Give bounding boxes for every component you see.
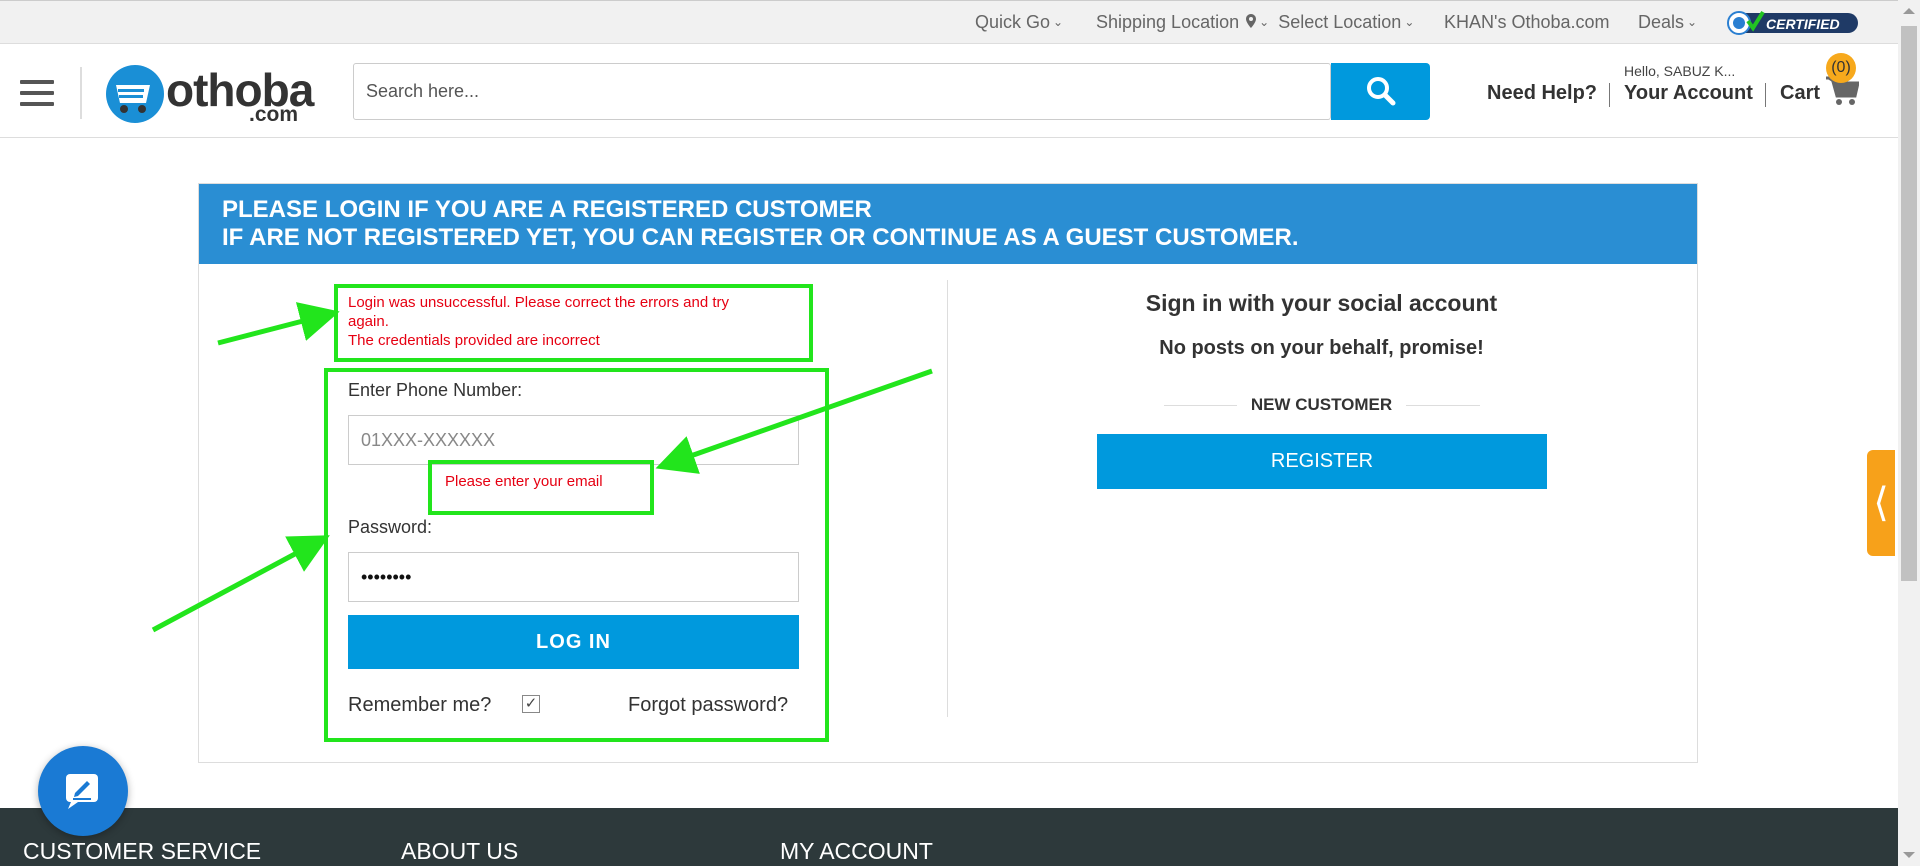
footer-customer-service[interactable]: CUSTOMER SERVICE [23,838,261,865]
scroll-up-arrow-icon[interactable] [1903,8,1915,14]
menu-icon[interactable] [20,80,54,106]
phone-input[interactable] [348,415,799,465]
deals-label: Deals [1638,12,1685,32]
chat-button[interactable] [38,746,128,836]
shipping-location-label: Shipping Location [1096,12,1240,32]
remember-me-checkbox[interactable]: ✓ [522,695,540,713]
banner-line-2: IF ARE NOT REGISTERED YET, YOU CAN REGIS… [222,224,1299,251]
chevron-down-icon: ⌄ [1687,15,1698,29]
header-separator [1765,83,1766,107]
chat-icon [66,774,98,809]
cart-logo-icon [106,65,164,123]
search-box [353,63,1331,120]
social-signin-title: Sign in with your social account [1145,290,1498,316]
forgot-password-link[interactable]: Forgot password? [628,694,788,717]
login-banner: PLEASE LOGIN IF YOU ARE A REGISTERED CUS… [199,184,1697,264]
map-pin-icon [1246,14,1257,28]
social-signin-subtitle: No posts on your behalf, promise! [1159,337,1484,359]
quick-go-menu[interactable]: Quick Go ⌄ [975,12,1063,33]
footer-my-account[interactable]: MY ACCOUNT [780,838,933,865]
password-input[interactable] [348,552,799,602]
search-button[interactable] [1331,63,1430,120]
certified-badge: CERTIFIED [1727,10,1858,35]
login-button[interactable]: LOG IN [348,615,799,669]
cart-count-badge: (0) [1826,53,1856,83]
search-input[interactable] [366,64,1316,119]
othoba-logo[interactable]: othoba .com [104,63,314,126]
phone-label: Enter Phone Number: [348,380,523,400]
quick-go-label: Quick Go [975,12,1051,32]
footer [0,808,1898,866]
new-customer-heading: NEW CUSTOMER [960,395,1683,415]
deals-menu[interactable]: Deals ⌄ [1638,12,1697,33]
chevron-down-icon: ⌄ [1259,15,1270,29]
top-utility-bar: Quick Go ⌄ Shipping Location ⌄ Select Loc… [0,0,1898,44]
search-icon [1367,77,1396,106]
register-button[interactable]: REGISTER [1097,434,1547,489]
password-label: Password: [348,517,433,537]
chevron-down-icon: ⌄ [1404,15,1415,29]
certified-text: CERTIFIED [1766,16,1840,32]
your-account-link[interactable]: Your Account [1624,82,1753,105]
new-customer-label: NEW CUSTOMER [1236,395,1407,414]
column-divider [947,280,948,717]
chevron-left-icon: ⟨ [1873,481,1889,525]
header-divider [80,67,82,119]
scroll-down-arrow-icon[interactable] [1903,852,1915,858]
scrollbar-thumb[interactable] [1901,26,1917,581]
greeting-text: Hello, SABUZ K... [1624,63,1736,79]
remember-me-label[interactable]: Remember me? [348,694,491,717]
main-header: othoba .com Need Help? Hello, SABUZ K...… [0,45,1898,138]
checkmark-icon: ✓ [524,695,538,712]
header-separator [1609,83,1610,107]
email-validation-error: Please enter your email [445,473,603,490]
chevron-down-icon: ⌄ [1053,15,1064,29]
login-error-summary: Login was unsuccessful. Please correct t… [348,293,768,350]
footer-about-us[interactable]: ABOUT US [401,838,518,865]
need-help-link[interactable]: Need Help? [1487,82,1597,105]
banner-line-1: PLEASE LOGIN IF YOU ARE A REGISTERED CUS… [222,196,872,223]
cart-link[interactable]: Cart [1780,82,1820,105]
shipping-location-menu[interactable]: Shipping Location ⌄ Select Location ⌄ [1096,12,1414,33]
khans-othoba-link[interactable]: KHAN's Othoba.com [1444,12,1610,33]
select-location-label[interactable]: Select Location [1278,12,1401,32]
logo-dotcom: .com [249,103,299,126]
login-error-line-2: The credentials provided are incorrect [348,332,600,349]
login-error-line-1: Login was unsuccessful. Please correct t… [348,294,730,330]
side-panel-toggle[interactable]: ⟨ [1867,450,1895,556]
